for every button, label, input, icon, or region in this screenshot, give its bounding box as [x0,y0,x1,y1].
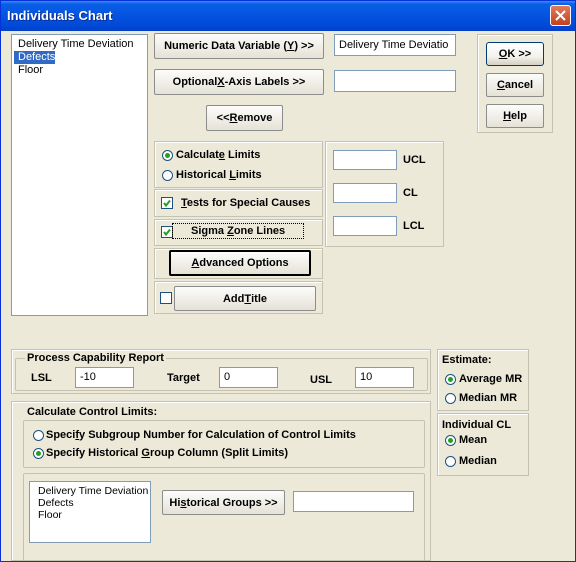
mean-label[interactable]: Mean [459,434,487,446]
median-radio[interactable] [445,456,456,467]
numeric-data-variable-button[interactable]: Numeric Data Variable (Y) >> [154,33,324,59]
checkmark-icon [163,228,171,237]
window-title: Individuals Chart [7,8,113,23]
radio-dot-icon [36,451,41,456]
tests-special-causes-label[interactable]: Tests for Special Causes [181,197,310,209]
variables-listbox[interactable]: Delivery Time Deviation Defects Floor [11,34,148,316]
ucl-label: UCL [403,154,426,166]
checkmark-icon [163,199,171,208]
radio-dot-icon [165,153,170,158]
individuals-chart-dialog: Individuals Chart Delivery Time Deviatio… [0,0,576,562]
ok-button[interactable]: OK >> [486,42,544,66]
calculate-limits-label[interactable]: Calculate Limits [176,149,260,161]
radio-dot-icon [448,438,453,443]
remove-button[interactable]: << Remove [206,105,283,131]
lsl-label: LSL [31,372,52,384]
lcl-field[interactable] [333,216,397,236]
subgroup-number-radio[interactable] [33,430,44,441]
individual-cl-title: Individual CL [442,419,512,431]
cl-label: CL [403,187,418,199]
usl-label: USL [310,374,332,386]
historical-limits-label[interactable]: Historical Limits [176,169,262,181]
dialog-content: Delivery Time Deviation Defects Floor Nu… [1,31,575,561]
x-axis-labels-button[interactable]: Optional X -Axis Labels >> [154,69,324,95]
close-icon [555,10,566,21]
historical-group-radio[interactable] [33,448,44,459]
advanced-options-button[interactable]: Advanced Options [169,250,311,276]
median-label[interactable]: Median [459,455,497,467]
lcl-label: LCL [403,220,425,232]
calculate-limits-radio[interactable] [162,150,173,161]
title-bar[interactable]: Individuals Chart [1,1,575,31]
x-axis-labels-field[interactable] [334,70,456,92]
cancel-button[interactable]: Cancel [486,73,544,97]
ucl-field[interactable] [333,150,397,170]
estimate-title: Estimate: [442,354,492,366]
historical-group-label[interactable]: Specify Historical Group Column (Split L… [46,447,288,459]
tests-special-causes-checkbox[interactable] [161,197,173,209]
close-button[interactable] [550,5,571,26]
list-item[interactable]: Floor [34,509,62,522]
target-field[interactable]: 0 [219,367,278,388]
historical-variables-listbox[interactable]: Delivery Time Deviation Defects Floor [29,481,151,543]
median-mr-label[interactable]: Median MR [459,392,517,404]
cl-field[interactable] [333,183,397,203]
median-mr-radio[interactable] [445,393,456,404]
add-title-checkbox[interactable] [160,292,172,304]
radio-dot-icon [448,377,453,382]
target-label: Target [167,372,200,384]
subgroup-number-label[interactable]: Specify Subgroup Number for Calculation … [46,429,356,441]
mean-radio[interactable] [445,435,456,446]
usl-field[interactable]: 10 [355,367,414,388]
list-item-selected[interactable]: Defects [14,51,56,64]
average-mr-radio[interactable] [445,374,456,385]
average-mr-label[interactable]: Average MR [459,373,522,385]
list-item[interactable]: Floor [14,64,43,77]
help-button[interactable]: Help [486,104,544,128]
historical-groups-button[interactable]: Hi s torical Groups >> [162,490,285,515]
historical-limits-radio[interactable] [162,170,173,181]
list-item[interactable]: Delivery Time Deviation [14,38,134,51]
add-title-button[interactable]: Add Title [174,286,316,311]
calculate-control-limits-title: Calculate Control Limits: [27,406,158,418]
sigma-zone-lines-label[interactable]: Sigma Zone Lines [172,223,305,239]
capability-title: Process Capability Report [25,352,166,364]
lsl-field[interactable]: -10 [75,367,134,388]
numeric-data-field[interactable]: Delivery Time Deviatio [334,34,456,56]
control-limits-options-group [23,420,425,468]
historical-groups-field[interactable] [293,491,414,512]
